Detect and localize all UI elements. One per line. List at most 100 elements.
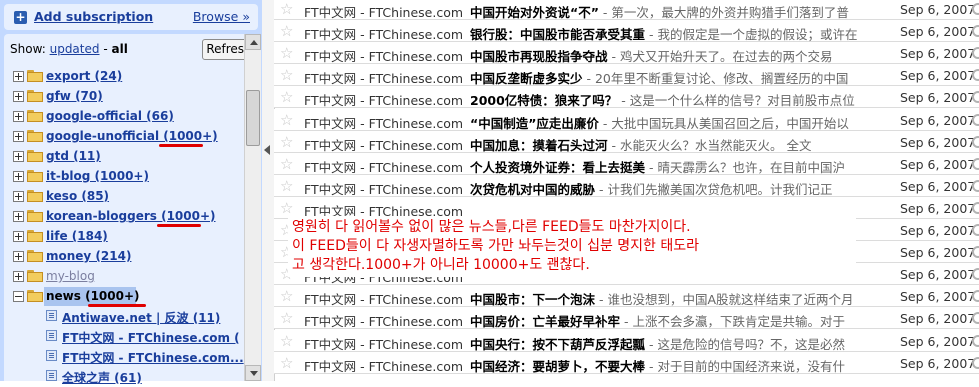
feed-row[interactable]: Antiwave.net | 反波 (11) [4,307,244,327]
folder-row[interactable]: google-unofficial (1000+) [4,127,244,147]
expand-icon[interactable] [13,271,24,282]
folder-label[interactable]: korean-bloggers (1000+) [46,209,216,223]
entry-action-icon[interactable] [972,246,979,259]
collapse-icon[interactable] [13,291,24,302]
star-icon[interactable]: ☆ [280,178,293,194]
folder-label[interactable]: keso (85) [46,189,109,203]
star-icon[interactable]: ☆ [280,45,293,61]
entry-title[interactable]: 中国经济：要胡萝卜，不要大棒 [470,359,645,374]
entry-text[interactable]: 银行股：中国股市能否承受其重 - 我的假定是一个虚拟的假设；或许在 [470,24,890,43]
entry-action-icon[interactable] [972,179,979,192]
folder-label[interactable]: google-unofficial (1000+) [46,129,218,143]
entry-title[interactable]: 次贷危机对中国的威胁 [470,182,595,197]
folder-row[interactable]: google-official (66) [4,107,244,127]
feed-label[interactable]: Antiwave.net | 反波 (11) [62,309,220,326]
scroll-down-icon[interactable] [245,365,261,381]
scrollbar-thumb[interactable] [246,90,260,146]
entry-action-icon[interactable] [972,157,979,170]
entry-text[interactable]: 中国股市再现股指争夺战 - 鸡犬又开始升天了。在过去的两个交易 [470,46,890,65]
entry-text[interactable]: 中国房价：亡羊最好早补牢 - 上涨不会多瀛，下跌肯定是共输。对于 [470,311,890,330]
folder-row[interactable]: korean-bloggers (1000+) [4,207,244,227]
expand-icon[interactable] [13,151,24,162]
show-updated-link[interactable]: updated [50,42,100,56]
entry-title[interactable]: 中国股市：下一个泡沫 [470,292,595,307]
folder-row[interactable]: life (184) [4,227,244,247]
feed-label[interactable]: 全球之声 (61) [62,369,142,386]
feed-row[interactable]: FT中文网 - FTChinese.com... [4,347,244,367]
entry-row[interactable]: ☆ FT中文网 - FTChinese.com 中国加息：摸着石头过河 - 水能灭火… [274,130,979,154]
feed-label[interactable]: FT中文网 - FTChinese.com... [62,349,244,366]
expand-icon[interactable] [13,191,24,202]
folder-label[interactable]: gfw (70) [46,89,103,103]
entry-text[interactable]: 中国股市：下一个泡沫 - 谁也没想到，中国A股就这样结束了近两个月 [470,289,890,308]
entry-row[interactable]: ☆ FT中文网 - FTChinese.com 中国股市：下一个泡沫 - 谁也没想到… [274,285,979,308]
entry-text[interactable]: 中国开始对外资说“不” - 第一次，最大牌的外资并购猎手们落到了普 [470,2,890,21]
star-icon[interactable]: ☆ [280,310,293,326]
expand-icon[interactable] [13,251,24,262]
entry-row[interactable]: ☆ FT中文网 - FTChinese.com 中国开始对外资说“不” - 第一次，… [274,0,979,21]
feed-row[interactable]: 全球之声 (61) [4,367,244,387]
star-icon[interactable]: ☆ [280,134,293,150]
feed-row[interactable]: FT中文网 - FTChinese.com ( [4,327,244,347]
folder-label[interactable]: it-blog (1000+) [46,169,149,183]
folder-row[interactable]: my-blog [4,267,244,287]
entry-title[interactable]: 中国股市再现股指争夺战 [470,49,608,64]
entry-row[interactable]: ☆ FT中文网 - FTChinese.com 次贷危机对中国的威胁 - 计我们先撇… [274,174,979,198]
entry-action-icon[interactable] [972,25,979,38]
entry-action-icon[interactable] [972,201,979,214]
entry-row[interactable]: ☆ FT中文网 - FTChinese.com 中国房价：亡羊最好早补牢 - 上涨不… [274,307,979,330]
expand-icon[interactable] [13,211,24,222]
entry-title[interactable]: “中国制造”应走出廉价 [470,116,599,131]
sidebar-scrollbar[interactable] [244,34,261,381]
star-icon[interactable]: ☆ [280,1,293,17]
entry-row[interactable]: ☆ FT中文网 - FTChinese.com 中国股市再现股指争夺战 - 鸡犬又开… [274,42,979,65]
entry-action-icon[interactable] [972,135,979,148]
folder-label[interactable]: gtd (11) [46,149,101,163]
folder-label[interactable]: life (184) [46,229,108,243]
entry-text[interactable]: “中国制造”应走出廉价 - 大批中国玩具从美国召回之后，中国开始以 [470,113,890,132]
star-icon[interactable]: ☆ [280,89,293,105]
scroll-up-icon[interactable] [245,34,261,50]
entry-text[interactable]: 2000亿特债：狼来了吗？ - 这是一个什么样的信号？对目前股市点位 [470,90,890,109]
folder-row[interactable]: it-blog (1000+) [4,167,244,187]
entry-text[interactable]: 中国加息：摸着石头过河 - 水能灭火么？水当然能灭火。 全文 [470,135,890,154]
entry-title[interactable]: 2000亿特债：狼来了吗？ [470,93,617,108]
feed-label[interactable]: FT中文网 - FTChinese.com ( [62,329,240,346]
entry-title[interactable]: 银行股：中国股市能否承受其重 [470,27,645,42]
folder-label[interactable]: news (1000+) [46,289,140,303]
entry-action-icon[interactable] [972,356,979,369]
folder-label[interactable]: export (24) [46,69,122,83]
star-icon[interactable]: ☆ [280,112,293,128]
collapse-arrow-icon[interactable] [264,145,270,155]
entry-title[interactable]: 中国加息：摸着石头过河 [470,138,608,153]
entry-action-icon[interactable] [972,113,979,126]
expand-icon[interactable] [13,111,24,122]
star-icon[interactable]: ☆ [280,288,293,304]
expand-icon[interactable] [13,131,24,142]
folder-row[interactable]: keso (85) [4,187,244,207]
expand-icon[interactable] [13,91,24,102]
expand-icon[interactable] [13,231,24,242]
star-icon[interactable]: ☆ [280,200,293,216]
folder-row[interactable]: gfw (70) [4,87,244,107]
entry-title[interactable]: 个人投资境外证券：看上去挺美 [470,160,645,175]
entry-title[interactable]: 中国反垄断虚多实少 [470,71,583,86]
folder-label[interactable]: my-blog [46,269,95,283]
entry-title[interactable]: 中国房价：亡羊最好早补牢 [470,314,620,329]
entry-text[interactable]: 个人投资境外证券：看上去挺美 - 晴天霹雳么？也许，在目前中国沪 [470,157,890,176]
entry-action-icon[interactable] [972,334,979,347]
star-icon[interactable]: ☆ [280,67,293,83]
folder-row[interactable]: gtd (11) [4,147,244,167]
entry-action-icon[interactable] [972,268,979,281]
entry-text[interactable]: 中国反垄断虚多实少 - 20年里不断重复讨论、修改、搁置经历的中国 [470,68,890,87]
entry-text[interactable]: 次贷危机对中国的威胁 - 计我们先撇美国次贷危机吧。计我们记正 [470,179,890,198]
entry-row[interactable]: ☆ FT中文网 - FTChinese.com 2000亿特债：狼来了吗？ - 这是… [274,86,979,109]
folder-row[interactable]: money (214) [4,247,244,267]
entry-row[interactable]: ☆ FT中文网 - FTChinese.com 银行股：中国股市能否承受其重 - 我… [274,20,979,43]
entry-row[interactable]: ☆ FT中文网 - FTChinese.com 个人投资境外证券：看上去挺美 - 晴… [274,152,979,176]
expand-icon[interactable] [13,71,24,82]
entry-text[interactable]: 中国央行：按不下葫芦反浮起瓢 - 这是危险的信号吗？不，这是必然 [470,334,890,353]
star-icon[interactable]: ☆ [280,355,293,371]
star-icon[interactable]: ☆ [280,23,293,39]
browse-link[interactable]: Browse » [193,9,250,24]
